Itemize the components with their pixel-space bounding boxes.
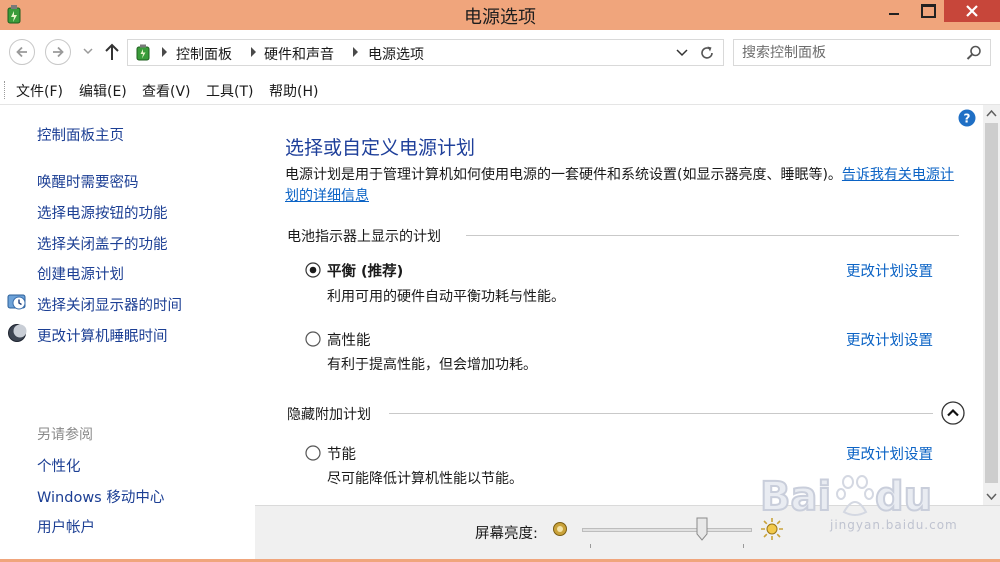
section-divider	[389, 413, 933, 414]
scrollbar-thumb[interactable]	[985, 123, 998, 483]
search-box[interactable]	[733, 39, 991, 66]
scroll-up-icon[interactable]	[983, 105, 1000, 122]
search-icon[interactable]	[965, 44, 983, 62]
close-icon	[966, 5, 978, 17]
see-also-heading: 另请参阅	[37, 427, 93, 443]
minimize-button[interactable]	[880, 0, 908, 22]
task-link-power-button[interactable]: 选择电源按钮的功能	[37, 202, 168, 223]
forward-button[interactable]	[45, 39, 71, 65]
back-button[interactable]	[9, 39, 35, 65]
slider-track	[582, 528, 752, 532]
menu-view[interactable]: 查看(V)	[142, 81, 191, 101]
description-text: 电源计划是用于管理计算机如何使用电源的一套硬件和系统设置(如显示器亮度、睡眠等)…	[285, 167, 842, 183]
see-also-link-user-accounts[interactable]: 用户帐户	[37, 516, 95, 537]
brightness-bar: 屏幕亮度:	[255, 505, 1000, 562]
plan-radio-balanced[interactable]	[305, 262, 321, 278]
section-battery-plans: 电池指示器上显示的计划	[287, 229, 441, 245]
title-bar: 电源选项	[0, 0, 1000, 30]
menu-file[interactable]: 文件(F)	[16, 81, 63, 101]
plan-desc-power-saver: 尽可能降低计算机性能以节能。	[327, 471, 523, 487]
plan-name-balanced[interactable]: 平衡 (推荐)	[327, 260, 403, 281]
address-bar: 控制面板 硬件和声音 电源选项	[0, 30, 1000, 76]
vertical-scrollbar[interactable]	[983, 105, 1000, 505]
help-icon[interactable]: ?	[958, 109, 976, 127]
up-arrow-icon[interactable]	[103, 42, 121, 62]
breadcrumb-separator-icon[interactable]	[161, 47, 169, 57]
maximize-button[interactable]	[914, 0, 942, 22]
see-also-link-mobility-center[interactable]: Windows 移动中心	[37, 486, 164, 507]
search-input[interactable]	[734, 40, 967, 65]
section-hidden-plans: 隐藏附加计划	[287, 407, 371, 423]
menu-help[interactable]: 帮助(H)	[269, 81, 318, 101]
address-dropdown-chevron-icon[interactable]	[676, 48, 688, 58]
plan-name-high-performance[interactable]: 高性能	[327, 329, 371, 350]
breadcrumb-separator-icon[interactable]	[250, 47, 258, 57]
plan-name-power-saver[interactable]: 节能	[327, 443, 356, 464]
menu-bar: 文件(F) 编辑(E) 查看(V) 工具(T) 帮助(H)	[0, 76, 1000, 105]
moon-icon	[8, 324, 27, 342]
brightness-label: 屏幕亮度:	[475, 526, 538, 542]
change-plan-settings-balanced[interactable]: 更改计划设置	[846, 260, 933, 281]
task-link-require-password[interactable]: 唤醒时需要密码	[37, 171, 139, 192]
menu-grip	[4, 81, 7, 99]
clock-icon	[7, 294, 26, 310]
recent-locations-chevron-icon[interactable]	[83, 46, 93, 56]
see-also-link-personalization[interactable]: 个性化	[37, 455, 81, 476]
arrow-left-icon	[16, 46, 27, 58]
section-divider	[466, 235, 959, 236]
change-plan-settings-high-performance[interactable]: 更改计划设置	[846, 329, 933, 350]
breadcrumb-hardware-sound[interactable]: 硬件和声音	[264, 44, 334, 64]
maximize-icon	[920, 4, 936, 18]
refresh-icon[interactable]	[698, 44, 716, 62]
brightness-high-icon[interactable]	[760, 517, 784, 541]
scroll-down-icon[interactable]	[983, 488, 1000, 505]
breadcrumb-power-options[interactable]: 电源选项	[368, 44, 424, 64]
slider-thumb[interactable]	[696, 517, 708, 541]
plan-desc-balanced: 利用可用的硬件自动平衡功耗与性能。	[327, 289, 565, 305]
minimize-icon	[889, 13, 899, 15]
arrow-right-icon	[53, 46, 64, 58]
slider-tick	[743, 544, 744, 548]
control-panel-icon	[136, 44, 150, 61]
task-link-close-lid[interactable]: 选择关闭盖子的功能	[37, 233, 168, 254]
task-link-sleep-time[interactable]: 更改计算机睡眠时间	[37, 325, 168, 346]
page-title: 选择或自定义电源计划	[285, 137, 476, 159]
svg-text:?: ?	[964, 112, 971, 126]
change-plan-settings-power-saver[interactable]: 更改计划设置	[846, 443, 933, 464]
task-link-turn-off-display[interactable]: 选择关闭显示器的时间	[37, 294, 182, 315]
plan-radio-high-performance[interactable]	[305, 331, 321, 347]
task-link-create-plan[interactable]: 创建电源计划	[37, 263, 124, 284]
brightness-slider[interactable]	[582, 516, 752, 552]
navigation-pane: 控制面板主页 唤醒时需要密码 选择电源按钮的功能 选择关闭盖子的功能 创建电源计…	[0, 105, 255, 562]
breadcrumb-separator-icon[interactable]	[352, 47, 360, 57]
breadcrumb-control-panel[interactable]: 控制面板	[176, 44, 232, 64]
close-button[interactable]	[944, 0, 1000, 22]
menu-tools[interactable]: 工具(T)	[206, 81, 253, 101]
collapse-hidden-plans-button[interactable]	[941, 401, 965, 425]
address-field[interactable]: 控制面板 硬件和声音 电源选项	[127, 39, 724, 66]
brightness-low-icon[interactable]	[551, 520, 569, 538]
slider-tick	[590, 544, 591, 548]
plan-desc-high-performance: 有利于提高性能，但会增加功耗。	[327, 357, 537, 373]
window-title: 电源选项	[464, 7, 536, 28]
main-content: ? 选择或自定义电源计划 电源计划是用于管理计算机如何使用电源的一套硬件和系统设…	[255, 105, 983, 505]
page-description: 电源计划是用于管理计算机如何使用电源的一套硬件和系统设置(如显示器亮度、睡眠等)…	[285, 165, 965, 207]
menu-edit[interactable]: 编辑(E)	[79, 81, 127, 101]
plan-radio-power-saver[interactable]	[305, 445, 321, 461]
control-panel-home-link[interactable]: 控制面板主页	[37, 124, 124, 145]
